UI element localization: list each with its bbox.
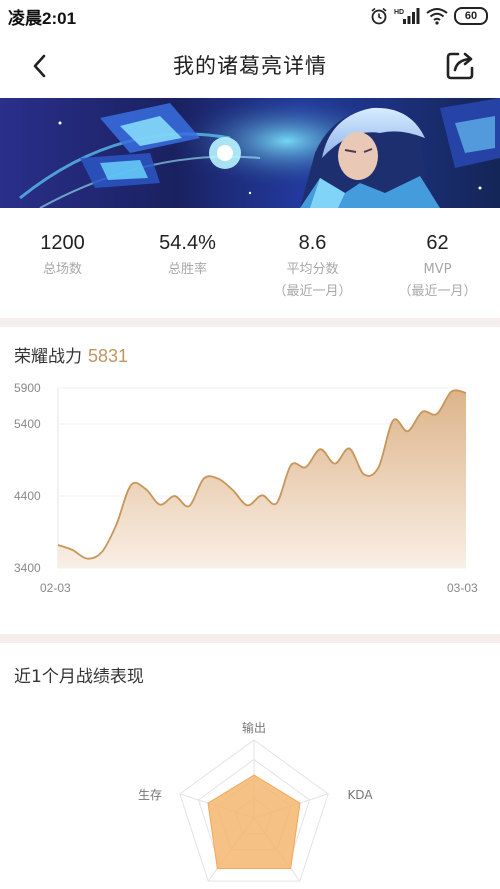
stat-value: 8.6 [298, 232, 327, 254]
stat-win-rate: 54.4% 总胜率 [125, 222, 250, 312]
power-title: 荣耀战力 [14, 347, 82, 367]
power-heading: 荣耀战力 5831 [14, 342, 128, 367]
status-icons: HD 60 [370, 7, 488, 25]
stat-value: 54.4% [159, 232, 216, 254]
chevron-left-icon [33, 54, 46, 78]
y-tick-label: 5400 [14, 417, 41, 431]
battery-icon: 60 [454, 7, 488, 25]
stat-label: MVP [423, 262, 452, 277]
share-icon [446, 52, 474, 80]
stat-value: 1200 [40, 232, 85, 254]
stats-row: 1200 总场数 54.4% 总胜率 8.6 平均分数 （最近一月） 62 MV… [0, 222, 500, 312]
power-value: 5831 [88, 346, 129, 366]
radar-axis-label: 输出 [242, 720, 266, 735]
back-button[interactable] [22, 48, 58, 84]
alarm-icon [371, 7, 387, 25]
share-button[interactable] [442, 48, 478, 84]
radar-axis-label: KDA [347, 788, 373, 802]
y-tick-label: 4400 [14, 489, 41, 503]
hero-banner [0, 98, 500, 208]
x-tick-label: 03-03 [447, 581, 478, 595]
stat-sub-label: （最近一月） [273, 284, 352, 299]
radar-area [207, 774, 301, 869]
stat-total-games: 1200 总场数 [0, 222, 125, 312]
radar-chart: 输出 KDA 生存 [0, 700, 500, 889]
month-performance-title: 近1个月战绩表现 [14, 667, 144, 687]
power-area [58, 390, 466, 568]
stat-avg-score: 8.6 平均分数 （最近一月） [250, 222, 375, 312]
section-divider [0, 318, 500, 327]
stat-mvp: 62 MVP （最近一月） [375, 222, 500, 312]
y-tick-label: 5900 [14, 381, 41, 395]
x-tick-label: 02-03 [40, 581, 71, 595]
wifi-icon [426, 8, 448, 25]
status-time: 凌晨2:01 [8, 8, 77, 28]
header: 我的诸葛亮详情 [0, 32, 500, 98]
status-bar: 凌晨2:01 HD 60 [0, 0, 500, 32]
stat-label: 平均分数 [286, 262, 339, 277]
power-chart: 3400 4400 5400 5900 02-03 03-03 [0, 380, 500, 600]
stat-label: 总胜率 [167, 262, 207, 277]
power-chart-svg: 3400 4400 5400 5900 02-03 03-03 [14, 381, 478, 595]
radar-chart-svg: 输出 KDA 生存 [138, 720, 373, 882]
hero-banner-image [0, 98, 500, 208]
y-tick-label: 3400 [14, 561, 41, 575]
hero-detail-page: 凌晨2:01 HD 60 我的诸葛亮详情 1200 总场数 54.4% 总胜率 … [0, 0, 500, 889]
stat-value: 62 [426, 232, 449, 254]
radar-axis-label: 生存 [138, 788, 162, 802]
stat-label: 总场数 [42, 262, 82, 277]
hd-label: HD [394, 9, 404, 16]
signal-icon: HD [394, 8, 420, 24]
page-title: 我的诸葛亮详情 [173, 54, 327, 78]
section-divider [0, 634, 500, 643]
stat-sub-label: （最近一月） [398, 284, 477, 299]
